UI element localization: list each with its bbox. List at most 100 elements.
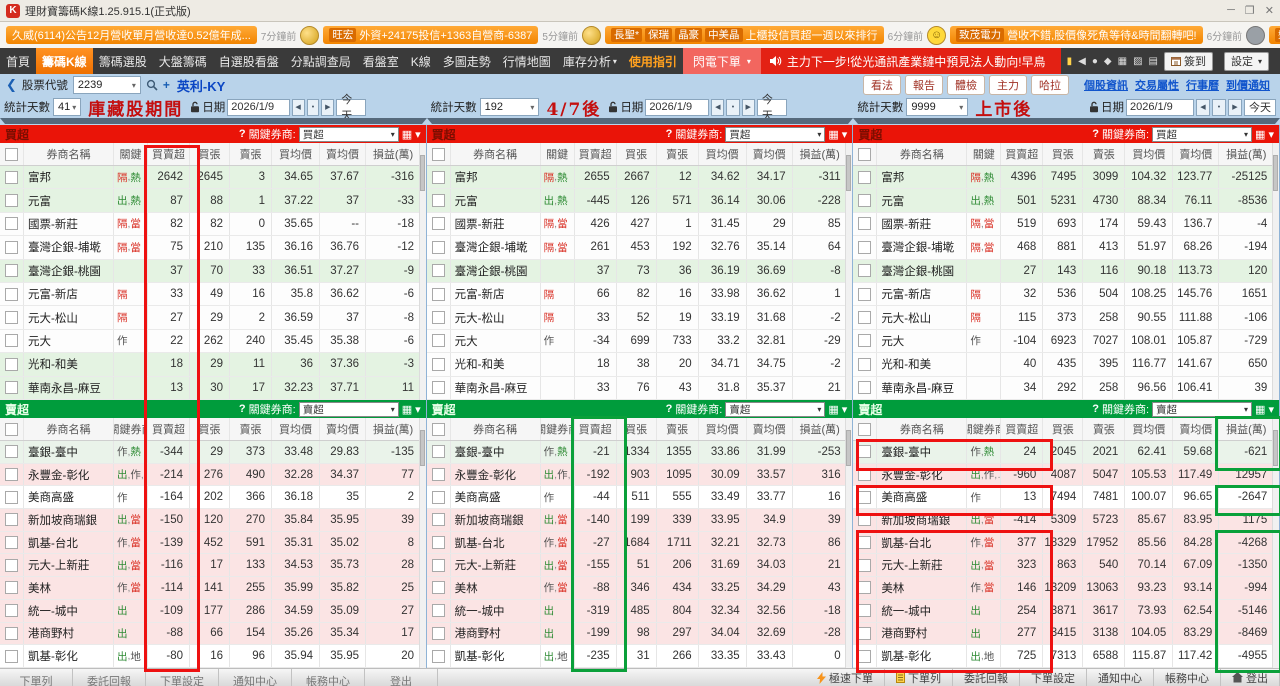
bottom-item-登出[interactable]: 登出 bbox=[365, 669, 438, 686]
col-header-7[interactable]: 賣均價 bbox=[1173, 418, 1220, 440]
col-header-4[interactable]: 買張 bbox=[1043, 418, 1084, 440]
row-checkbox[interactable] bbox=[858, 334, 872, 348]
row-checkbox[interactable] bbox=[5, 264, 18, 278]
table-row[interactable]: 統一-城中出 -109 177 286 34.59 35.09 27 bbox=[0, 599, 426, 623]
row-checkbox[interactable] bbox=[431, 217, 445, 231]
col-header-4[interactable]: 買張 bbox=[616, 143, 657, 165]
col-header-5[interactable]: 賣張 bbox=[1083, 418, 1126, 440]
row-checkbox[interactable] bbox=[858, 536, 872, 550]
ticker-item[interactable]: 盤勢評價 bbox=[1269, 26, 1280, 44]
table-row[interactable]: 新加坡商瑞銀出, 當 -414 5309 5723 85.67 83.95 1175 bbox=[853, 509, 1279, 532]
table-row[interactable]: 國票-新莊隔, 當 519 693 174 59.43 136.7 -4 bbox=[853, 212, 1279, 237]
row-checkbox[interactable] bbox=[858, 649, 872, 663]
col-header-8[interactable]: 損益(萬) bbox=[792, 418, 847, 440]
row-checkbox[interactable] bbox=[5, 513, 18, 527]
promo-banner[interactable]: 主力下一步!從光通訊產業鏈中預見法人動向!早鳥 bbox=[760, 48, 1061, 74]
table-row[interactable]: 元富-新店隔 66 82 16 33.98 36.62 1 bbox=[426, 282, 853, 307]
table-row[interactable]: 凱基-台北作, 當 377 18329 17952 85.56 84.28 -4268 bbox=[853, 531, 1279, 555]
table-row[interactable]: 臺銀-臺中作, 熱 -21 1334 1355 33.86 31.99 -253 bbox=[426, 441, 853, 464]
table-row[interactable]: 凱基-台北作, 當 -27 1684 1711 32.21 32.73 86 bbox=[426, 531, 853, 555]
row-checkbox[interactable] bbox=[431, 649, 445, 663]
row-checkbox[interactable] bbox=[431, 626, 445, 640]
table-row[interactable]: 光和-和美 18 29 11 36 37.36 -3 bbox=[0, 353, 426, 377]
bottom-item-委託回報[interactable]: 委託回報 bbox=[73, 669, 146, 686]
table-row[interactable]: 新加坡商瑞銀出, 當 -150 120 270 35.84 35.95 39 bbox=[0, 509, 426, 532]
row-checkbox[interactable] bbox=[5, 194, 18, 208]
close-button[interactable]: ✕ bbox=[1265, 4, 1274, 17]
date-dot-button[interactable]: • bbox=[1211, 98, 1226, 116]
row-checkbox[interactable] bbox=[431, 604, 445, 618]
minimize-button[interactable]: ─ bbox=[1227, 4, 1235, 17]
row-checkbox[interactable] bbox=[5, 558, 18, 572]
col-header-3[interactable]: 買賣超 bbox=[1001, 418, 1044, 440]
table-row[interactable]: 美商高盛作 -164 202 366 36.18 35 2 bbox=[0, 486, 426, 510]
headset-icon[interactable]: ● bbox=[1092, 56, 1098, 67]
bottom-item-通知中心[interactable]: 通知中心 bbox=[1087, 669, 1154, 686]
ticker-item[interactable]: 旺宏 外資+24175投信+1363自營商-6387 bbox=[323, 26, 539, 44]
select-all-checkbox[interactable] bbox=[5, 147, 18, 161]
table-row[interactable]: 華南永昌-麻豆 33 76 43 31.8 35.37 21 bbox=[426, 376, 853, 400]
row-checkbox[interactable] bbox=[858, 311, 872, 325]
collapse-arrow-icon[interactable] bbox=[0, 118, 427, 124]
bottom-item-極速下單[interactable]: 極速下單 bbox=[806, 669, 885, 686]
filter-select[interactable]: 買超 ▾ bbox=[725, 126, 826, 142]
help-icon[interactable]: ? bbox=[666, 403, 673, 415]
col-header-1[interactable]: 券商名稱 bbox=[450, 418, 541, 440]
bottom-item-委託回報[interactable]: 委託回報 bbox=[953, 669, 1020, 686]
col-header-4[interactable]: 買張 bbox=[190, 143, 230, 165]
table-scrollbar[interactable] bbox=[1271, 418, 1279, 668]
table-row[interactable]: 凱基-彰化出, 地 725 7313 6588 115.87 117.42 -4955 bbox=[853, 645, 1279, 668]
date-dot-button[interactable]: • bbox=[726, 98, 740, 116]
col-header-8[interactable]: 損益(萬) bbox=[366, 143, 420, 165]
col-header-7[interactable]: 賣均價 bbox=[320, 418, 366, 440]
table-scrollbar[interactable] bbox=[845, 418, 853, 668]
col-header-7[interactable]: 賣均價 bbox=[1173, 143, 1220, 165]
phone-icon[interactable]: ▮ bbox=[1067, 56, 1073, 67]
table-row[interactable]: 臺灣企銀-桃園 27 143 116 90.18 113.73 120 bbox=[853, 259, 1279, 283]
back-chevron-icon[interactable]: ❮ bbox=[6, 77, 17, 93]
table-row[interactable]: 美林作, 當 -88 346 434 33.25 34.29 43 bbox=[426, 577, 853, 600]
table-row[interactable]: 臺灣企銀-桃園 37 70 33 36.51 37.27 -9 bbox=[0, 259, 426, 283]
col-header-3[interactable]: 買賣超 bbox=[1001, 143, 1044, 165]
col-header-2[interactable]: 關鍵券商 bbox=[540, 418, 575, 440]
col-header-1[interactable]: 券商名稱 bbox=[24, 418, 114, 440]
nav-item-大盤籌碼[interactable]: 大盤籌碼 bbox=[153, 48, 213, 74]
date-dot-button[interactable]: • bbox=[306, 98, 320, 116]
table-row[interactable]: 元大作 -104 6923 7027 108.01 105.87 -729 bbox=[853, 329, 1279, 354]
row-checkbox[interactable] bbox=[431, 468, 445, 482]
lock-icon[interactable] bbox=[190, 101, 200, 113]
col-header-4[interactable]: 買張 bbox=[190, 418, 230, 440]
grid-view-icon[interactable]: ▦ bbox=[402, 128, 412, 141]
row-checkbox[interactable] bbox=[858, 170, 872, 184]
table-row[interactable]: 美林作, 當 -114 141 255 35.99 35.82 25 bbox=[0, 577, 426, 600]
help-icon[interactable]: ? bbox=[239, 128, 246, 140]
row-checkbox[interactable] bbox=[431, 581, 445, 595]
col-header-7[interactable]: 賣均價 bbox=[320, 143, 366, 165]
col-header-8[interactable]: 損益(萬) bbox=[1219, 418, 1274, 440]
flash-order-button[interactable]: 閃電下單 ▾ bbox=[682, 48, 761, 74]
table-row[interactable]: 新加坡商瑞銀出, 當 -140 199 339 33.95 34.9 39 bbox=[426, 509, 853, 532]
ticker-item[interactable]: 久威(6114)公告12月營收單月營收達0.52億年成... bbox=[6, 26, 257, 44]
stat-days-select[interactable]: 41 ▾ bbox=[53, 98, 82, 116]
table-row[interactable]: 凱基-彰化出, 地 -235 31 266 33.35 33.43 0 bbox=[426, 645, 853, 668]
stat-days-select[interactable]: 9999 ▾ bbox=[906, 98, 969, 116]
row-checkbox[interactable] bbox=[5, 381, 18, 395]
col-header-2[interactable]: 關鍵 bbox=[540, 143, 575, 165]
row-checkbox[interactable] bbox=[431, 490, 445, 504]
bottom-item-通知中心[interactable]: 通知中心 bbox=[219, 669, 292, 686]
row-checkbox[interactable] bbox=[858, 240, 872, 254]
panel-menu-icon[interactable]: ▾ bbox=[1268, 128, 1274, 141]
row-checkbox[interactable] bbox=[5, 649, 18, 663]
grid-view-icon[interactable]: ▦ bbox=[828, 128, 838, 141]
lock-icon[interactable] bbox=[1089, 101, 1099, 113]
row-checkbox[interactable] bbox=[431, 536, 445, 550]
bottom-item-帳務中心[interactable]: 帳務中心 bbox=[1154, 669, 1221, 686]
row-checkbox[interactable] bbox=[858, 626, 872, 640]
nav-item-籌碼K線[interactable]: 籌碼K線 bbox=[36, 48, 93, 74]
today-button[interactable]: 今天 bbox=[336, 94, 367, 122]
table-scrollbar[interactable] bbox=[1271, 143, 1279, 400]
collapse-arrow-icon[interactable] bbox=[426, 118, 854, 124]
row-checkbox[interactable] bbox=[431, 357, 445, 371]
row-checkbox[interactable] bbox=[858, 581, 872, 595]
col-header-3[interactable]: 買賣超 bbox=[148, 418, 190, 440]
